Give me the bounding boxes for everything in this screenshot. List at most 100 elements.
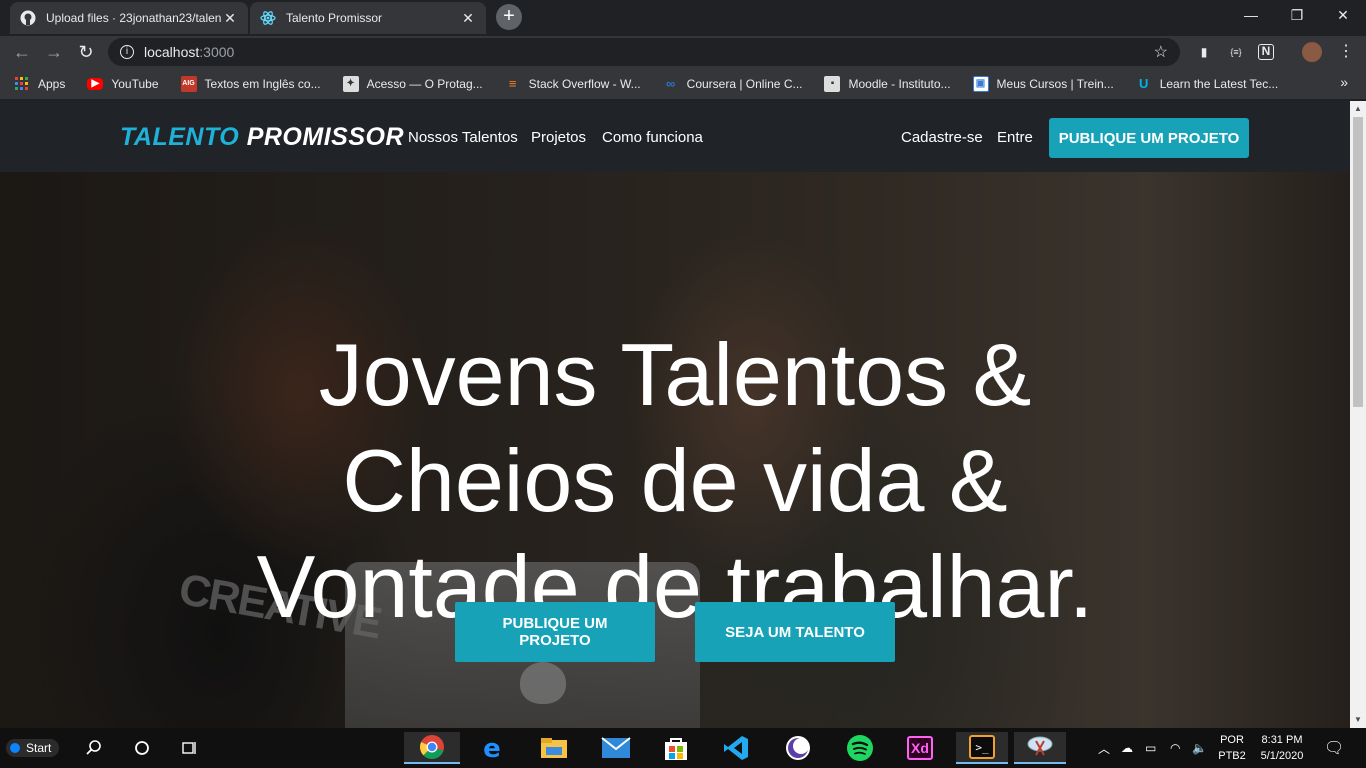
volume-icon[interactable]: 🔈 bbox=[1192, 728, 1207, 768]
bookmark-coursera[interactable]: ∞ Coursera | Online C... bbox=[663, 76, 802, 92]
address-bar[interactable]: i localhost:3000 ☆ bbox=[108, 38, 1180, 66]
site-logo[interactable]: TALENTO PROMISSOR bbox=[120, 123, 404, 152]
task-view-icon[interactable] bbox=[170, 732, 210, 764]
notification-icon[interactable]: 🗨 bbox=[1324, 728, 1344, 768]
extension-json-icon[interactable]: {≡} bbox=[1226, 42, 1246, 62]
stackoverflow-icon: ≡ bbox=[508, 76, 517, 91]
publish-project-nav-button[interactable]: PUBLIQUE UM PROJETO bbox=[1049, 118, 1249, 158]
more-bookmarks-icon[interactable]: » bbox=[1340, 74, 1348, 90]
bookmark-star-icon[interactable]: ☆ bbox=[1154, 42, 1168, 62]
file-explorer-icon[interactable] bbox=[534, 732, 574, 764]
forward-arrow-icon[interactable]: → bbox=[42, 40, 66, 64]
bookmarks-bar: Apps ▶ YouTube AIG Textos em Inglês co..… bbox=[0, 68, 1366, 100]
language-code: POR bbox=[1220, 734, 1244, 746]
nav-entre[interactable]: Entre bbox=[997, 129, 1033, 146]
tab-upload-files[interactable]: Upload files · 23jonathan23/talen ✕ bbox=[10, 2, 248, 34]
bookmark-acesso[interactable]: ✦ Acesso — O Protag... bbox=[342, 75, 483, 92]
cortana-icon[interactable] bbox=[122, 732, 162, 764]
textos-icon: AIG bbox=[180, 75, 197, 92]
bookmark-moodle[interactable]: ▪ Moodle - Instituto... bbox=[824, 75, 951, 92]
tray-chevron-icon[interactable]: ︿ bbox=[1098, 728, 1110, 768]
clock-time: 8:31 PM bbox=[1261, 734, 1303, 746]
nav-projetos[interactable]: Projetos bbox=[531, 129, 586, 146]
svg-text:e: e bbox=[483, 735, 501, 761]
vscode-icon[interactable] bbox=[716, 732, 756, 764]
scroll-down-icon[interactable]: ▼ bbox=[1350, 712, 1366, 728]
address-host: localhost bbox=[144, 44, 200, 60]
spotify-icon[interactable] bbox=[840, 732, 880, 764]
youtube-icon: ▶ bbox=[87, 77, 104, 90]
bookmark-label: Learn the Latest Tec... bbox=[1159, 76, 1279, 91]
bookmark-label: Acesso — O Protag... bbox=[366, 76, 483, 91]
headline-line-2: Cheios de vida & bbox=[342, 431, 1008, 530]
terminal-icon[interactable]: >_ bbox=[956, 732, 1008, 764]
address-port: :3000 bbox=[199, 44, 235, 60]
bookmark-textos[interactable]: AIG Textos em Inglês co... bbox=[180, 75, 321, 92]
browser-tab-strip: Upload files · 23jonathan23/talen ✕ Tale… bbox=[0, 0, 1366, 36]
bookmark-apps[interactable]: Apps bbox=[14, 76, 65, 92]
system-clock[interactable]: 8:31 PM 5/1/2020 bbox=[1252, 732, 1312, 764]
close-tab-icon[interactable]: ✕ bbox=[460, 10, 476, 27]
eclipse-icon[interactable] bbox=[778, 732, 818, 764]
hero-section: CREATIVE Jovens Talentos & Cheios de vid… bbox=[0, 172, 1350, 728]
clock-date: 5/1/2020 bbox=[1260, 750, 1304, 762]
close-tab-icon[interactable]: ✕ bbox=[222, 10, 238, 27]
mail-icon[interactable] bbox=[596, 732, 636, 764]
store-icon[interactable] bbox=[656, 732, 696, 764]
battery-icon[interactable]: ▭ bbox=[1145, 728, 1156, 768]
extension-puzzle-icon[interactable]: ▮ bbox=[1194, 42, 1214, 62]
language-indicator[interactable]: POR PTB2 bbox=[1216, 732, 1248, 764]
bookmark-udacity[interactable]: U Learn the Latest Tec... bbox=[1136, 76, 1279, 92]
scroll-up-icon[interactable]: ▲ bbox=[1350, 101, 1366, 117]
start-button[interactable]: Start bbox=[6, 739, 60, 757]
nav-nossos-talentos[interactable]: Nossos Talentos bbox=[408, 129, 518, 146]
publish-project-hero-button[interactable]: PUBLIQUE UM PROJETO bbox=[455, 602, 655, 662]
scrollbar-thumb[interactable] bbox=[1353, 117, 1363, 407]
bookmark-meus-cursos[interactable]: ▣ Meus Cursos | Trein... bbox=[972, 75, 1114, 92]
moodle-icon: ▪ bbox=[824, 75, 841, 92]
xd-label: Xd bbox=[907, 736, 933, 760]
nav-como-funciona[interactable]: Como funciona bbox=[602, 129, 703, 146]
close-window-icon[interactable]: ✕ bbox=[1320, 0, 1366, 32]
snipping-tool-icon[interactable] bbox=[1014, 732, 1066, 764]
site-info-icon[interactable]: i bbox=[120, 45, 134, 59]
menu-kebab-icon[interactable]: ⋮ bbox=[1336, 42, 1356, 62]
wifi-icon[interactable]: ◠ bbox=[1170, 728, 1180, 768]
headline-line-1: Jovens Talentos & bbox=[318, 325, 1032, 424]
github-icon bbox=[20, 10, 36, 26]
react-icon bbox=[260, 10, 276, 26]
nav-cadastre-se[interactable]: Cadastre-se bbox=[901, 129, 983, 146]
bookmark-stackoverflow[interactable]: ≡ Stack Overflow - W... bbox=[505, 76, 641, 92]
tab-title: Upload files · 23jonathan23/talen bbox=[46, 11, 222, 25]
start-icon bbox=[10, 743, 20, 753]
acesso-icon: ✦ bbox=[342, 75, 359, 92]
page-scrollbar[interactable]: ▲ ▼ bbox=[1350, 101, 1366, 728]
become-talent-button[interactable]: SEJA UM TALENTO bbox=[695, 602, 895, 662]
maximize-window-icon[interactable]: ❐ bbox=[1274, 0, 1320, 32]
tab-talento-promissor[interactable]: Talento Promissor ✕ bbox=[250, 2, 486, 34]
udacity-icon: U bbox=[1138, 76, 1149, 91]
chrome-icon[interactable] bbox=[404, 732, 460, 764]
reload-icon[interactable]: ↻ bbox=[74, 40, 98, 64]
back-arrow-icon[interactable]: ← bbox=[10, 40, 34, 64]
browser-toolbar: ← → ↻ i localhost:3000 ☆ ▮ {≡} N ⋮ bbox=[0, 36, 1366, 68]
windows-taskbar: Start e Xd >_ ︿ ☁ ▭ ◠ 🔈 POR PTB2 8:31 PM… bbox=[0, 728, 1366, 768]
notion-icon[interactable]: N bbox=[1258, 44, 1274, 60]
tab-title: Talento Promissor bbox=[286, 11, 383, 25]
new-tab-button[interactable]: + bbox=[496, 4, 522, 30]
minimize-window-icon[interactable]: — bbox=[1228, 0, 1274, 32]
edge-icon[interactable]: e bbox=[472, 732, 512, 764]
profile-avatar[interactable] bbox=[1302, 42, 1322, 62]
bookmark-youtube[interactable]: ▶ YouTube bbox=[87, 76, 159, 91]
start-label: Start bbox=[26, 741, 52, 755]
adobe-xd-icon[interactable]: Xd bbox=[900, 732, 940, 764]
bookmark-label: Textos em Inglês co... bbox=[204, 76, 321, 91]
cursos-icon: ▣ bbox=[972, 75, 989, 92]
brand-part-1: TALENTO bbox=[120, 123, 240, 151]
search-icon[interactable] bbox=[74, 732, 114, 764]
bookmark-label: Apps bbox=[38, 76, 66, 91]
brand-part-2: PROMISSOR bbox=[246, 123, 404, 151]
onedrive-icon[interactable]: ☁ bbox=[1121, 728, 1133, 768]
bookmark-label: YouTube bbox=[111, 76, 159, 91]
site-navbar: TALENTO PROMISSOR Nossos Talentos Projet… bbox=[0, 101, 1350, 172]
